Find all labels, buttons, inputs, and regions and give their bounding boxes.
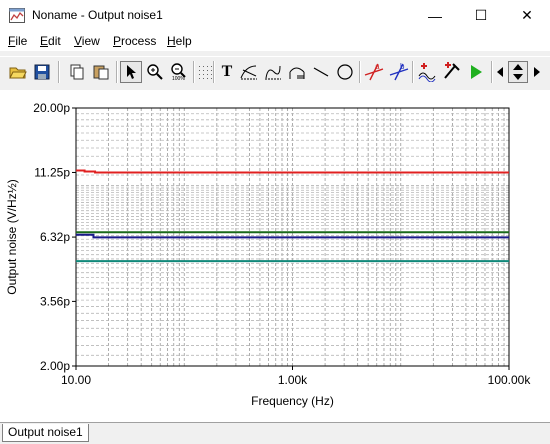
y-tick-label: 20.00p	[33, 101, 70, 115]
x-axis-label: Frequency (Hz)	[251, 394, 334, 408]
axis-icon[interactable]	[286, 61, 308, 83]
open-folder-icon[interactable]	[7, 61, 29, 83]
arrow-right-icon[interactable]	[530, 61, 544, 83]
line-tool-icon[interactable]	[310, 61, 332, 83]
svg-text:a: a	[375, 62, 380, 71]
svg-text:b: b	[400, 62, 405, 71]
paste-icon[interactable]	[90, 61, 112, 83]
svg-text:100%: 100%	[172, 76, 185, 81]
menu-edit[interactable]: Edit	[40, 34, 61, 48]
cursor-b-icon[interactable]: b	[388, 61, 410, 83]
y-tick-label: 6.32p	[40, 230, 70, 244]
toolbar: 100% T a b	[0, 56, 550, 89]
menu-view[interactable]: View	[74, 34, 100, 48]
maximize-icon: ☐	[474, 7, 488, 23]
arrow-left-icon[interactable]	[493, 61, 507, 83]
noise-chart[interactable]: 10.00 1.00k 100.00k 20.00p 11.25p 6.32p 3.56p 2…	[0, 90, 550, 422]
arrow-up-down-icon[interactable]	[508, 61, 528, 83]
cursor-a-icon[interactable]: a	[363, 61, 385, 83]
x-tick-label: 10.00	[61, 373, 91, 387]
menu-process[interactable]: Process	[113, 34, 156, 48]
menu-file[interactable]: File	[8, 34, 27, 48]
maximize-button[interactable]: ☐	[458, 0, 504, 31]
plot-area[interactable]: 10.00 1.00k 100.00k 20.00p 11.25p 6.32p 3.56p 2…	[0, 90, 550, 422]
y-tick-label: 3.56p	[40, 294, 70, 308]
copy-icon[interactable]	[66, 61, 88, 83]
menu-bar: File Edit View Process Help	[0, 31, 550, 51]
status-bar: Output noise1	[0, 422, 550, 444]
save-disk-icon[interactable]	[31, 61, 53, 83]
y-tick-label: 2.00p	[40, 359, 70, 373]
y-tick-label: 11.25p	[34, 165, 70, 179]
close-button[interactable]: ✕	[504, 0, 550, 31]
zoom-in-icon[interactable]	[144, 61, 166, 83]
circle-tool-icon[interactable]	[334, 61, 356, 83]
pointer-icon[interactable]	[120, 61, 142, 83]
tangent-icon[interactable]	[238, 61, 260, 83]
menu-help[interactable]: Help	[167, 34, 192, 48]
x-tick-label: 1.00k	[278, 373, 308, 387]
window-title: Noname - Output noise1	[32, 8, 163, 22]
title-bar: Noname - Output noise1 — ☐ ✕	[0, 0, 550, 31]
tab-output-noise1[interactable]: Output noise1	[2, 424, 89, 442]
minimize-icon: —	[428, 7, 442, 24]
close-icon: ✕	[521, 7, 533, 23]
zoom-100-icon[interactable]: 100%	[168, 61, 190, 83]
curve-icon[interactable]	[262, 61, 284, 83]
y-axis-label: Output noise (V/Hz½)	[5, 179, 19, 294]
run-icon[interactable]	[465, 61, 487, 83]
add-curve-icon[interactable]	[416, 61, 438, 83]
x-tick-label: 100.00k	[488, 373, 532, 387]
minimize-button[interactable]: —	[412, 0, 458, 31]
app-icon	[9, 8, 25, 23]
text-tool-icon[interactable]: T	[216, 61, 238, 83]
pipette-icon[interactable]	[440, 61, 462, 83]
